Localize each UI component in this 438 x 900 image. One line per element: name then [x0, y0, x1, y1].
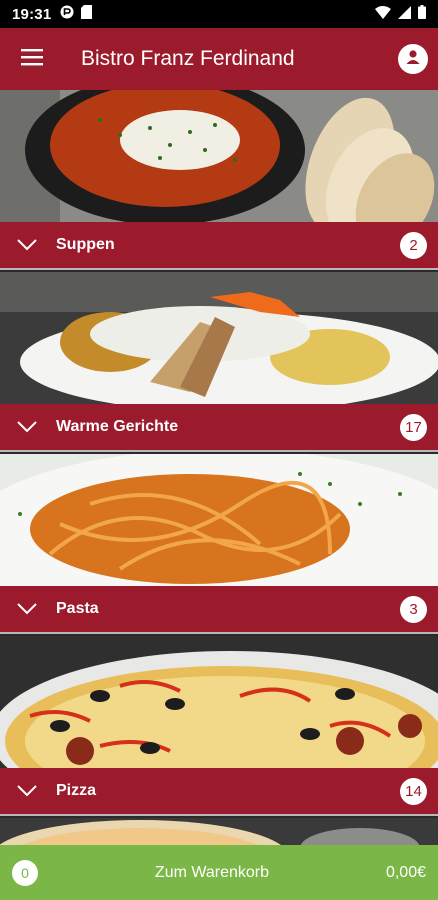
cart-bar[interactable]: 0 Zum Warenkorb 0,00€ — [0, 845, 438, 900]
category-list: Suppen 2 Warme Gerichte 17 Pasta 3 Pizza… — [0, 90, 438, 845]
pasta-image — [0, 454, 438, 586]
count-badge: 2 — [400, 231, 427, 259]
profile-button[interactable] — [398, 44, 428, 74]
category-warme-gerichte[interactable]: Warme Gerichte 17 — [0, 272, 438, 454]
count-badge: 14 — [400, 777, 427, 805]
category-title: Suppen — [56, 236, 115, 253]
sd-card-icon — [81, 5, 93, 23]
category-suppen[interactable]: Suppen 2 — [0, 90, 438, 272]
cart-total: 0,00€ — [385, 863, 426, 881]
count-badge: 17 — [400, 413, 427, 441]
chevron-down-icon — [0, 421, 54, 433]
account-icon — [404, 48, 422, 71]
page-title: Bistro Franz Ferdinand — [81, 47, 295, 70]
category-header[interactable]: Warme Gerichte 17 — [0, 404, 438, 452]
cart-count-badge: 0 — [12, 859, 38, 886]
pizza-image — [0, 636, 438, 768]
category-next-partial[interactable] — [0, 818, 438, 845]
category-title: Pizza — [56, 782, 97, 799]
chevron-down-icon — [0, 785, 54, 797]
menu-button[interactable] — [0, 28, 64, 90]
signal-icon — [398, 5, 411, 23]
category-pizza[interactable]: Pizza 14 — [0, 636, 438, 818]
chevron-down-icon — [0, 603, 54, 615]
next-category-image — [0, 818, 438, 845]
status-time: 19:31 — [12, 5, 52, 23]
battery-icon — [418, 5, 426, 23]
status-bar: 19:31 — [0, 0, 438, 28]
chevron-down-icon — [0, 239, 54, 251]
category-title: Warme Gerichte — [56, 418, 179, 435]
cart-button-label[interactable]: Zum Warenkorb — [38, 864, 386, 882]
category-header[interactable]: Pasta 3 — [0, 586, 438, 634]
category-header[interactable]: Pizza 14 — [0, 768, 438, 816]
count-badge: 3 — [400, 595, 427, 623]
soup-image — [0, 90, 438, 222]
category-pasta[interactable]: Pasta 3 — [0, 454, 438, 636]
app-bar: Bistro Franz Ferdinand — [0, 28, 438, 90]
app-notification-icon — [60, 5, 74, 23]
category-header[interactable]: Suppen 2 — [0, 222, 438, 270]
category-title: Pasta — [56, 600, 99, 617]
hamburger-menu-icon — [21, 48, 43, 71]
warm-dish-image — [0, 272, 438, 404]
wifi-icon — [375, 5, 391, 23]
